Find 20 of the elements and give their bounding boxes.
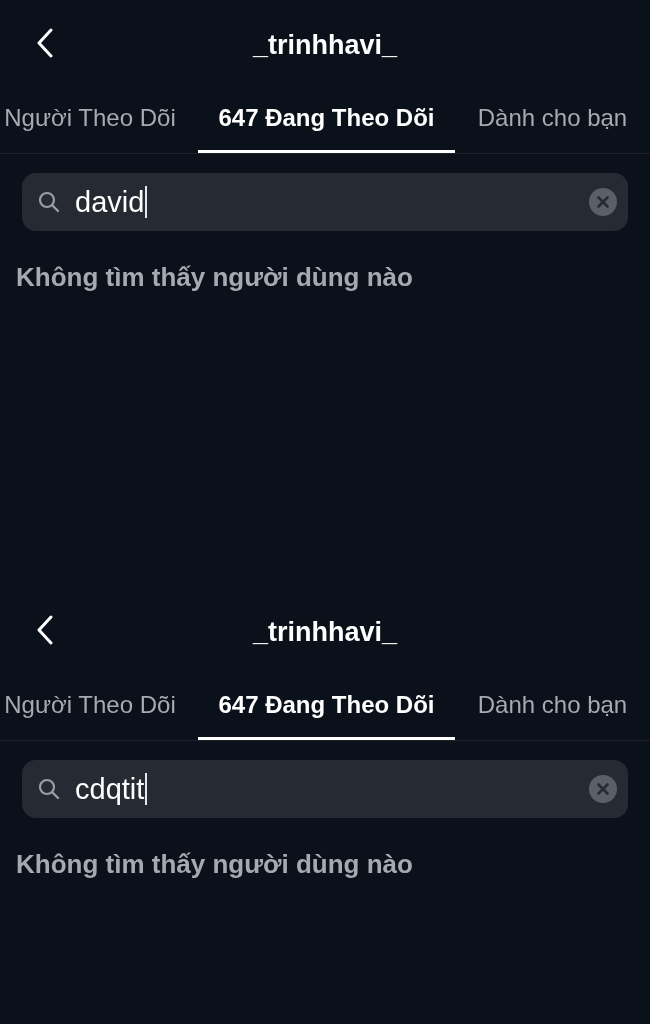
tab[interactable]: 647 Đang Theo Dõi [198,673,455,740]
tab[interactable]: Dành cho bạn [455,673,650,740]
search-icon [38,778,60,800]
chevron-left-icon [37,615,53,645]
search-text: cdqtit [75,772,145,806]
tab[interactable]: Người Theo Dõi [0,673,198,740]
tab[interactable]: Dành cho bạn [455,86,650,153]
search-field[interactable]: cdqtit [22,760,628,818]
empty-result-message: Không tìm thấy người dùng nào [16,849,413,879]
clear-icon [589,188,617,216]
search-icon [38,191,60,213]
tab[interactable]: Người Theo Dõi [0,86,198,153]
profile-username: _trinhhavi_ [252,616,397,648]
search-text: david [75,185,145,219]
chevron-left-icon [37,28,53,58]
empty-result-message: Không tìm thấy người dùng nào [16,262,413,292]
search-field[interactable]: david [22,173,628,231]
clear-icon [589,775,617,803]
tab[interactable]: 647 Đang Theo Dõi [198,86,455,153]
profile-username: _trinhhavi_ [252,29,397,61]
